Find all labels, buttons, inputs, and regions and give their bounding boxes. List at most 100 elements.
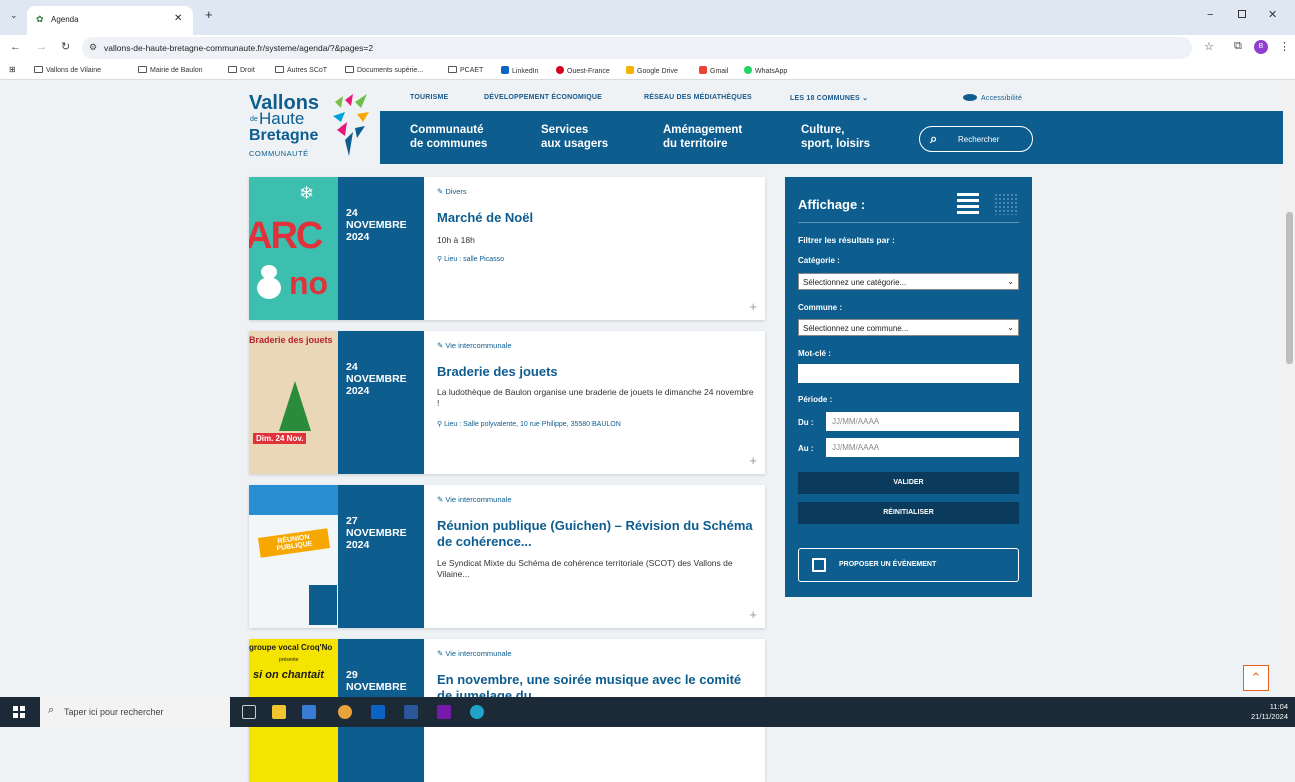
folder-icon (34, 66, 43, 73)
profile-avatar[interactable]: B (1254, 40, 1268, 54)
edge-icon[interactable] (470, 705, 484, 719)
bookmarks-bar: ⊞ Vallons de Vilaine Mairie de Baulon Dr… (0, 62, 1295, 80)
event-year: 2024 (346, 231, 370, 243)
mainnav-line: Culture, (801, 124, 845, 136)
mainnav-line: sport, loisirs (801, 138, 871, 150)
bookmark-item[interactable]: Gmail (699, 66, 728, 75)
page-scrollbar[interactable] (1283, 81, 1295, 697)
restore-icon[interactable] (1238, 10, 1246, 18)
bookmark-item[interactable]: Vallons de Vilaine (34, 66, 101, 74)
task-view-icon[interactable] (242, 705, 256, 719)
reload-icon[interactable]: ↻ (61, 40, 70, 53)
search-button[interactable]: ⌕ Rechercher (919, 126, 1033, 152)
topnav-mediatheques[interactable]: RÉSEAU DES MÉDIATHÈQUES (644, 94, 752, 101)
chrome-icon[interactable] (338, 705, 352, 719)
expand-plus-icon[interactable]: + (749, 607, 757, 622)
site-info-icon[interactable]: ⚙ (89, 42, 97, 53)
expand-plus-icon[interactable]: + (749, 453, 757, 468)
windows-taskbar: ⌕ Taper ici pour rechercher 11:04 21/11/… (0, 697, 1295, 727)
site-logo[interactable]: Vallons de Haute Bretagne COMMUNAUTÉ (249, 90, 374, 165)
mainnav-line: Communauté (410, 124, 484, 136)
grid-view-icon[interactable] (994, 193, 1018, 215)
event-title[interactable]: Marché de Noël (437, 210, 757, 226)
topnav-tourisme[interactable]: TOURISME (410, 94, 448, 101)
scrollbar-thumb[interactable] (1286, 212, 1293, 364)
category-select[interactable]: Sélectionnez une catégorie... ⌄ (798, 273, 1019, 290)
event-card[interactable]: Braderie des jouets Dim. 24 Nov. 24 NOVE… (249, 331, 765, 474)
back-to-top-button[interactable]: ⌃ (1243, 665, 1269, 691)
bookmark-item[interactable]: WhatsApp (744, 66, 787, 75)
app-icon[interactable] (302, 705, 316, 719)
event-title[interactable]: Réunion publique (Guichen) – Révision du… (437, 518, 757, 550)
bookmark-item[interactable]: Autres SCoT (275, 66, 327, 74)
topnav-accessibilite[interactable]: Accessibilité (963, 94, 1022, 102)
thumb-text: RÉUNION PUBLIQUE (257, 528, 331, 558)
list-view-icon[interactable] (957, 193, 979, 214)
search-icon: ⌕ (930, 131, 938, 146)
event-card[interactable]: RÉUNION PUBLIQUE 27 NOVEMBRE 2024 ✎ Vie … (249, 485, 765, 628)
tag-icon: ✎ (437, 187, 444, 196)
mainnav-culture[interactable]: Culture, sport, loisirs (801, 123, 870, 151)
logo-text-de: de (250, 116, 258, 123)
event-day: 29 (346, 669, 358, 681)
extensions-icon[interactable]: ⧉ (1234, 40, 1242, 53)
from-date-input[interactable]: JJ/MM/AAAA (826, 412, 1019, 431)
tab-list-icon[interactable]: ⌄ (10, 10, 18, 21)
forward-icon[interactable]: → (36, 41, 47, 53)
event-month: NOVEMBRE (346, 219, 407, 231)
onenote-icon[interactable] (437, 705, 451, 719)
browser-tab[interactable]: ✿ Agenda ✕ (27, 6, 193, 35)
mainnav-services[interactable]: Services aux usagers (541, 123, 608, 151)
new-tab-icon[interactable]: + (205, 7, 213, 22)
chevron-down-icon: ⌄ (1007, 277, 1014, 286)
event-title[interactable]: Braderie des jouets (437, 364, 757, 380)
event-card[interactable]: ❄ ARC no 24 NOVEMBRE 2024 ✎ Divers March… (249, 177, 765, 320)
mainnav-communaute[interactable]: Communauté de communes (410, 123, 487, 151)
bookmark-item[interactable]: Google Drive (626, 66, 678, 75)
taskbar-search[interactable]: ⌕ Taper ici pour rechercher (40, 697, 230, 727)
windows-start-icon[interactable] (13, 706, 25, 718)
taskbar-clock[interactable]: 11:04 21/11/2024 (1240, 702, 1288, 722)
bookmark-item[interactable]: PCAET (448, 66, 483, 74)
word-icon[interactable] (404, 705, 418, 719)
back-icon[interactable]: ← (10, 41, 21, 53)
event-category: ✎ Vie intercommunale (437, 495, 512, 504)
outlook-icon[interactable] (371, 705, 385, 719)
topnav-developpement[interactable]: DÉVELOPPEMENT ÉCONOMIQUE (484, 94, 602, 101)
propose-event-button[interactable]: PROPOSER UN ÉVÈNEMENT (798, 548, 1019, 582)
close-window-icon[interactable]: ✕ (1268, 8, 1277, 21)
commune-select[interactable]: Sélectionnez une commune... ⌄ (798, 319, 1019, 336)
file-explorer-icon[interactable] (272, 705, 286, 719)
to-date-input[interactable]: JJ/MM/AAAA (826, 438, 1019, 457)
reset-button[interactable]: RÉINITIALISER (798, 502, 1019, 524)
bookmark-star-icon[interactable]: ☆ (1204, 40, 1214, 53)
christmas-tree-icon (279, 381, 311, 431)
url-bar[interactable]: ⚙ vallons-de-haute-bretagne-communaute.f… (82, 37, 1192, 59)
bookmark-label: Mairie de Baulon (150, 67, 203, 74)
mainnav-amenagement[interactable]: Aménagement du territoire (663, 123, 742, 151)
tag-icon: ✎ (437, 649, 444, 658)
bookmark-label: LinkedIn (512, 68, 539, 75)
minimize-icon[interactable]: − (1207, 9, 1213, 21)
period-label: Période : (798, 395, 833, 404)
topnav-communes[interactable]: LES 18 COMMUNES ⌄ (790, 94, 868, 102)
thumb-text: groupe vocal Croq'No (249, 643, 333, 652)
apps-icon[interactable]: ⊞ (9, 65, 16, 74)
keyword-input[interactable] (798, 364, 1019, 383)
event-location-label: Lieu : salle Picasso (444, 256, 505, 263)
bookmark-label: Autres SCoT (287, 67, 328, 74)
bookmark-item[interactable]: Droit (228, 66, 255, 74)
folder-icon (275, 66, 284, 73)
bookmark-item[interactable]: Mairie de Baulon (138, 66, 203, 74)
event-category-label: Vie intercommunale (445, 341, 512, 350)
validate-button[interactable]: VALIDER (798, 472, 1019, 494)
bookmark-item[interactable]: Documents supérie... (345, 66, 423, 74)
close-tab-icon[interactable]: ✕ (174, 13, 182, 24)
chevron-down-icon: ⌄ (862, 95, 869, 102)
gmail-icon (699, 66, 707, 74)
menu-icon[interactable]: ⋮ (1279, 40, 1290, 53)
browser-tab-bar: ⌄ ✿ Agenda ✕ + − ✕ (0, 0, 1295, 35)
expand-plus-icon[interactable]: + (749, 299, 757, 314)
bookmark-item[interactable]: Ouest-France (556, 66, 610, 75)
bookmark-item[interactable]: LinkedIn (501, 66, 538, 75)
